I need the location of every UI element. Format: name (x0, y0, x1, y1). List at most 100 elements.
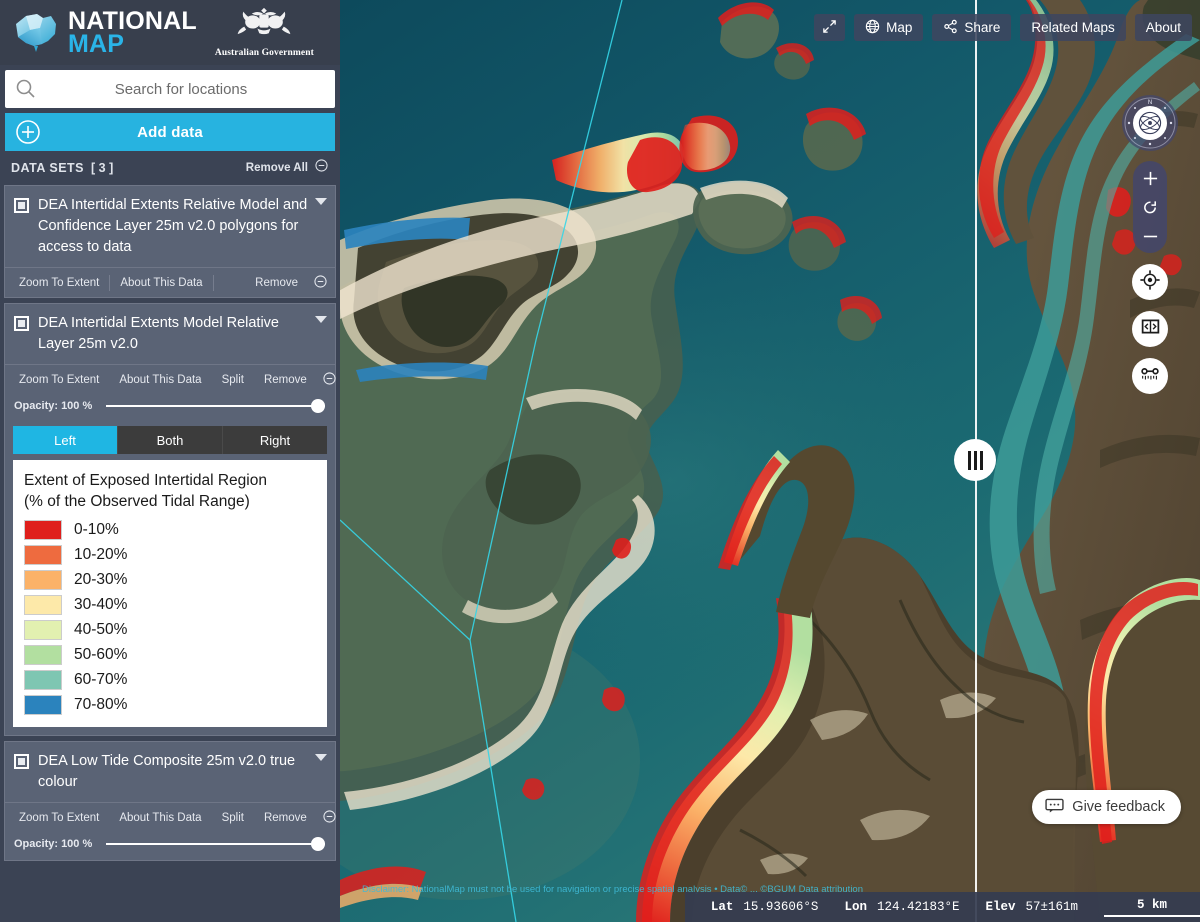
legend-label: 0-10% (74, 520, 119, 538)
share-button-label: Share (964, 20, 1001, 35)
crosshair-locate-icon (1139, 269, 1161, 296)
split-option-left[interactable]: Left (13, 426, 117, 454)
legend-label: 40-50% (74, 620, 128, 638)
chevron-down-icon[interactable] (315, 754, 327, 761)
about-this-data-button[interactable]: About This Data (109, 374, 211, 386)
plus-circle-icon (15, 119, 41, 145)
split-direction-control: Left Both Right (5, 422, 335, 454)
dataset-actions: Zoom To Extent About This Data Split Rem… (5, 802, 336, 832)
minus-circle-icon[interactable] (323, 371, 336, 388)
split-option-right[interactable]: Right (222, 426, 327, 454)
locate-button[interactable] (1132, 264, 1168, 300)
map-status-bar: Lat 15.93606°S Lon 124.42183°E Elev 57±1… (684, 892, 1200, 922)
zoom-to-extent-button[interactable]: Zoom To Extent (9, 374, 109, 386)
about-this-data-button[interactable]: About This Data (109, 812, 211, 824)
split-drag-handle[interactable] (954, 439, 996, 481)
remove-button[interactable]: Remove (245, 277, 308, 289)
opacity-slider[interactable] (106, 837, 325, 851)
australia-map-logo[interactable] (10, 10, 62, 56)
legend-title-line-2: (% of the Observed Tidal Range) (24, 493, 250, 510)
split-screen-icon (1140, 316, 1161, 342)
minus-circle-icon[interactable] (323, 809, 336, 826)
legend-row: 10-20% (24, 542, 317, 567)
measure-tool-button[interactable] (1132, 358, 1168, 394)
brand-header: NATIONAL MAP Australian Government (0, 0, 340, 65)
legend-label: 30-40% (74, 595, 128, 613)
legend-swatch (24, 669, 62, 690)
search-box[interactable] (5, 70, 335, 108)
reset-rotate-button[interactable] (1137, 196, 1163, 218)
dataset-title: DEA Intertidal Extents Model Relative La… (38, 315, 279, 352)
dataset-actions: Zoom To Extent About This Data Remove (5, 267, 335, 297)
about-button[interactable]: About (1134, 14, 1192, 41)
elevation-readout: Elev 57±161m (985, 900, 1078, 914)
dataset-title-row: DEA Low Tide Composite 25m v2.0 true col… (5, 742, 335, 802)
compass-gyroscope-icon[interactable]: N (1122, 95, 1178, 151)
dataset-title-row: DEA Intertidal Extents Relative Model an… (5, 186, 335, 267)
map-viewport[interactable]: Map Share Related Maps About N Give feed… (340, 0, 1200, 922)
dataset-title: DEA Low Tide Composite 25m v2.0 true col… (38, 753, 296, 790)
split-button[interactable]: Split (212, 812, 254, 824)
chevron-down-icon[interactable] (315, 316, 327, 323)
elev-key: Elev (985, 900, 1016, 914)
add-data-button[interactable]: Add data (5, 113, 335, 151)
dataset-actions: Zoom To Extent About This Data Split Rem… (5, 364, 336, 394)
split-screen-button[interactable] (1132, 311, 1168, 347)
latitude-readout: Lat 15.93606°S (711, 900, 819, 914)
map-button-label: Map (886, 20, 913, 35)
opacity-slider[interactable] (106, 399, 325, 413)
legend-swatch (24, 544, 62, 565)
give-feedback-button[interactable]: Give feedback (1032, 790, 1181, 824)
give-feedback-label: Give feedback (1072, 799, 1165, 815)
slider-track (106, 405, 325, 407)
chevron-down-icon[interactable] (315, 198, 327, 205)
speech-bubble-icon (1045, 798, 1064, 817)
minus-circle-icon[interactable] (314, 274, 327, 291)
remove-all-button[interactable]: Remove All (246, 162, 308, 174)
opacity-row: Opacity: 100 % (5, 832, 335, 860)
coordinates-readout: Lat 15.93606°S Lon 124.42183°E Elev 57±1… (684, 892, 1104, 922)
datasets-header: DATA SETS [ 3 ] Remove All (0, 151, 340, 185)
slider-knob[interactable] (311, 399, 325, 413)
zoom-out-button[interactable] (1137, 225, 1163, 247)
gov-label: Australian Government (214, 48, 314, 58)
search-area (0, 65, 340, 108)
left-sidebar: NATIONAL MAP Australian Government Searc… (0, 0, 340, 922)
lat-value: 15.93606°S (743, 900, 819, 914)
zoom-in-button[interactable] (1137, 167, 1163, 189)
legend-title: Extent of Exposed Intertidal Region (% o… (24, 470, 317, 512)
map-settings-button[interactable]: Map (854, 14, 924, 41)
lon-value: 124.42183°E (876, 900, 960, 914)
elev-value: 57±161m (1025, 900, 1078, 914)
dataset-checkbox[interactable] (14, 198, 29, 213)
related-maps-button[interactable]: Related Maps (1020, 14, 1126, 41)
dataset-item: DEA Low Tide Composite 25m v2.0 true col… (4, 741, 336, 861)
dataset-checkbox[interactable] (14, 754, 29, 769)
datasets-count: [ 3 ] (91, 161, 114, 175)
legend-row: 0-10% (24, 517, 317, 542)
scale-label: 5 km (1136, 897, 1167, 912)
datasets-title: DATA SETS (11, 161, 85, 175)
minus-circle-icon[interactable] (315, 159, 328, 177)
about-this-data-button[interactable]: About This Data (110, 277, 212, 289)
scale-bar: 5 km (1104, 892, 1200, 922)
australian-coat-of-arms-icon (215, 5, 314, 42)
search-input[interactable] (37, 80, 325, 98)
legend-label: 10-20% (74, 545, 128, 563)
slider-knob[interactable] (311, 837, 325, 851)
legend-swatch (24, 619, 62, 640)
zoom-to-extent-button[interactable]: Zoom To Extent (9, 812, 109, 824)
split-option-both[interactable]: Both (117, 426, 222, 454)
remove-button[interactable]: Remove (254, 812, 317, 824)
legend-swatch (24, 569, 62, 590)
share-button[interactable]: Share (932, 14, 1012, 41)
fullscreen-button[interactable] (814, 14, 846, 41)
dataset-checkbox[interactable] (14, 316, 29, 331)
remove-button[interactable]: Remove (254, 374, 317, 386)
dataset-title: DEA Intertidal Extents Relative Model an… (38, 197, 308, 255)
search-icon (15, 78, 37, 100)
legend-swatch (24, 644, 62, 665)
legend-row: 60-70% (24, 667, 317, 692)
zoom-to-extent-button[interactable]: Zoom To Extent (9, 277, 109, 289)
split-button[interactable]: Split (212, 374, 254, 386)
